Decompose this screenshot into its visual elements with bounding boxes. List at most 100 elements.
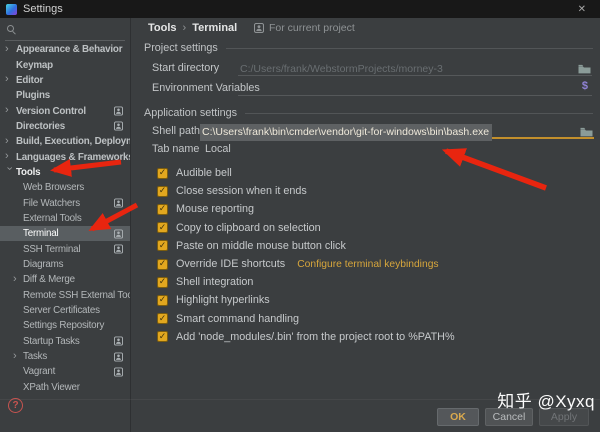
sidebar-item-label: Tools [16,167,40,178]
check-mark-icon: ✓ [159,277,167,286]
sidebar-item-tools[interactable]: › Tools [0,165,130,180]
checkbox-label[interactable]: Close session when it ends [176,185,307,197]
sidebar-item-editor[interactable]: › Editor [0,73,130,88]
checkbox-checked-icon[interactable]: ✓ [157,277,168,288]
project-level-icon [114,245,123,254]
chevron-right-icon[interactable]: › [5,136,13,147]
sidebar-item-file-watchers[interactable]: File Watchers [0,195,130,210]
sidebar-item-label: Diff & Merge [23,274,75,285]
sidebar-item-tasks[interactable]: › Tasks [0,349,130,364]
checkbox-label[interactable]: Smart command handling [176,313,299,325]
sidebar-item-label: Tasks [23,351,47,362]
close-icon[interactable]: ✕ [570,4,594,15]
sidebar-item-server-certificates[interactable]: Server Certificates [0,303,130,318]
option-smart-command-handling[interactable]: ✓ Smart command handling [157,310,600,328]
checkbox-checked-icon[interactable]: ✓ [157,222,168,233]
checkbox-label[interactable]: Mouse reporting [176,203,254,215]
browse-folder-icon[interactable] [578,61,591,79]
option-close-session-when-it-ends[interactable]: ✓ Close session when it ends [157,182,600,200]
start-directory-field[interactable]: C:/Users/frank/WebstormProjects/morney-3 [238,59,592,76]
tab-name-field[interactable]: Local [205,140,231,158]
sidebar-item-ssh-terminal[interactable]: SSH Terminal [0,241,130,256]
checkbox-checked-icon[interactable]: ✓ [157,259,168,270]
sidebar-item-label: Startup Tasks [23,336,80,347]
option-override-ide-shortcuts[interactable]: ✓ Override IDE shortcuts Configure termi… [157,255,600,273]
chevron-down-icon[interactable]: › [4,167,15,175]
sidebar-item-build-execution-deployment[interactable]: › Build, Execution, Deployment [0,134,130,149]
sidebar-item-label: Vagrant [23,366,55,377]
shell-path-field[interactable]: C:\Users\frank\bin\cmder\vendor\git-for-… [200,122,594,139]
option-mouse-reporting[interactable]: ✓ Mouse reporting [157,200,600,218]
checkbox-checked-icon[interactable]: ✓ [157,240,168,251]
sidebar-item-keymap[interactable]: Keymap [0,57,130,72]
chevron-right-icon[interactable]: › [5,74,13,85]
checkbox-label[interactable]: Audible bell [176,167,232,179]
check-mark-icon: ✓ [159,168,167,177]
sidebar-item-xpath-viewer[interactable]: XPath Viewer [0,380,130,395]
chevron-right-icon[interactable]: › [13,274,21,285]
option-paste-on-middle-mouse-button-click[interactable]: ✓ Paste on middle mouse button click [157,237,600,255]
checkbox-checked-icon[interactable]: ✓ [157,204,168,215]
checkbox-label[interactable]: Add 'node_modules/.bin' from the project… [176,331,455,343]
env-variables-icon[interactable]: $ [582,80,588,92]
sidebar-item-remote-ssh-external-tools[interactable]: Remote SSH External Tools [0,288,130,303]
browse-folder-icon[interactable] [580,124,593,142]
environment-variables-field[interactable]: $ [238,79,592,96]
checkbox-checked-icon[interactable]: ✓ [157,295,168,306]
option-shell-integration[interactable]: ✓ Shell integration [157,273,600,291]
sidebar-item-settings-repository[interactable]: Settings Repository [0,318,130,333]
sidebar-item-languages-frameworks[interactable]: › Languages & Frameworks [0,149,130,164]
checkbox-label[interactable]: Paste on middle mouse button click [176,240,346,252]
breadcrumb-tools[interactable]: Tools [148,22,177,34]
sidebar-item-directories[interactable]: Directories [0,119,130,134]
checkbox-label[interactable]: Copy to clipboard on selection [176,222,321,234]
sidebar-item-terminal[interactable]: Terminal [0,226,130,241]
start-directory-label: Start directory [152,59,219,77]
sidebar-item-external-tools[interactable]: External Tools [0,211,130,226]
sidebar-item-label: Directories [16,121,65,132]
checkbox-checked-icon[interactable]: ✓ [157,168,168,179]
start-directory-value: C:/Users/frank/WebstormProjects/morney-3 [238,62,443,77]
checkbox-checked-icon[interactable]: ✓ [157,313,168,324]
sidebar-item-appearance-behavior[interactable]: › Appearance & Behavior [0,42,130,57]
chevron-right-icon[interactable]: › [5,105,13,116]
sidebar-item-web-browsers[interactable]: Web Browsers [0,180,130,195]
option-add-node-modules-bin-from-the-project-root-to-path[interactable]: ✓ Add 'node_modules/.bin' from the proje… [157,328,600,346]
sidebar-item-plugins[interactable]: Plugins [0,88,130,103]
sidebar-item-version-control[interactable]: › Version Control [0,103,130,118]
check-mark-icon: ✓ [159,332,167,341]
sidebar-item-label: XPath Viewer [23,382,80,393]
check-mark-icon: ✓ [159,186,167,195]
checkbox-label[interactable]: Shell integration [176,276,253,288]
checkbox-checked-icon[interactable]: ✓ [157,331,168,342]
sidebar-item-diagrams[interactable]: Diagrams [0,257,130,272]
option-highlight-hyperlinks[interactable]: ✓ Highlight hyperlinks [157,291,600,309]
current-project-icon [254,23,264,33]
chevron-right-icon[interactable]: › [13,350,21,361]
settings-search-input[interactable] [5,22,125,41]
sidebar-item-diff-merge[interactable]: › Diff & Merge [0,272,130,287]
sidebar-item-label: Appearance & Behavior [16,44,122,55]
sidebar-item-startup-tasks[interactable]: Startup Tasks [0,334,130,349]
sidebar-item-label: Keymap [16,60,53,71]
chevron-right-icon[interactable]: › [5,151,13,162]
sidebar-item-label: Web Browsers [23,182,84,193]
option-copy-to-clipboard-on-selection[interactable]: ✓ Copy to clipboard on selection [157,219,600,237]
checkbox-label[interactable]: Highlight hyperlinks [176,294,270,306]
checkbox-checked-icon[interactable]: ✓ [157,186,168,197]
project-level-icon [114,337,123,346]
section-project-settings: Project settings [144,41,593,55]
option-audible-bell[interactable]: ✓ Audible bell [157,164,600,182]
scope-indicator: For current project [254,21,355,35]
sidebar-item-vagrant[interactable]: Vagrant [0,364,130,379]
breadcrumb-terminal: Terminal [192,22,237,34]
shell-path-value: C:\Users\frank\bin\cmder\vendor\git-for-… [200,124,492,141]
ok-button[interactable]: OK [437,408,479,426]
configure-keybindings-link[interactable]: Configure terminal keybindings [297,259,438,270]
chevron-right-icon[interactable]: › [5,44,13,55]
help-icon[interactable]: ? [8,398,23,413]
checkbox-label[interactable]: Override IDE shortcuts [176,258,285,270]
section-title: Application settings [144,107,237,119]
sidebar-item-label: SSH Terminal [23,244,80,255]
sidebar-item-label: Settings Repository [23,320,104,331]
